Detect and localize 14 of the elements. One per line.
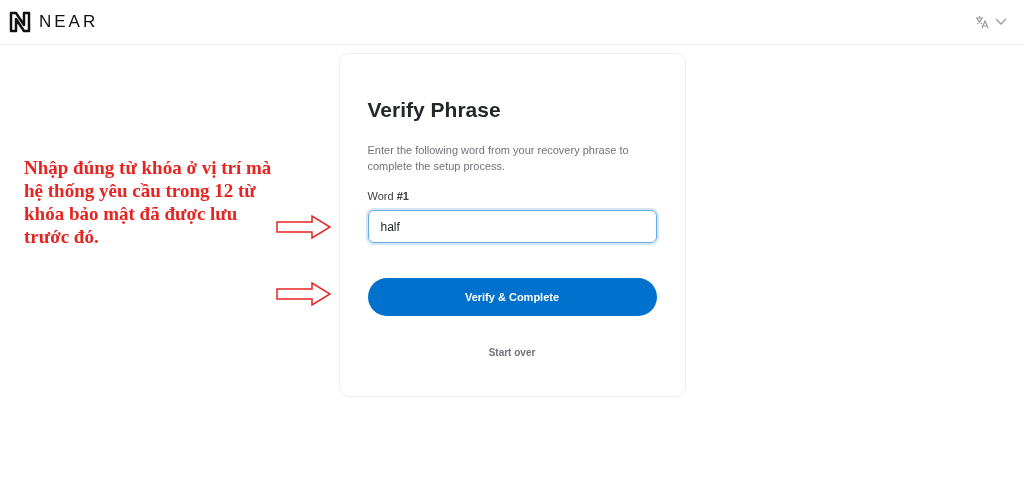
card-title: Verify Phrase <box>367 97 502 123</box>
arrow-icon <box>276 282 331 306</box>
word-input-field[interactable]: half <box>367 210 657 243</box>
field-label: Word #1 <box>367 188 410 204</box>
language-button[interactable] <box>975 15 1007 29</box>
arrow-icon <box>276 215 331 239</box>
annotation-text: Nhập đúng từ khóa ở vị trí mà hệ thống yêu cầu trong 12 từ khóa bảo mật đã được lưu trước đó. <box>24 156 273 248</box>
verify-button[interactable]: Verify & Complete <box>367 278 657 316</box>
logo-text: NEAR <box>39 11 99 34</box>
chevron-down-icon <box>995 18 1007 26</box>
logo-icon <box>9 11 31 33</box>
translate-icon <box>975 15 989 29</box>
start-over-link[interactable]: Start over <box>488 345 536 360</box>
card-description: Enter the following word from your recovery phrase to complete the setup process. <box>367 142 630 174</box>
